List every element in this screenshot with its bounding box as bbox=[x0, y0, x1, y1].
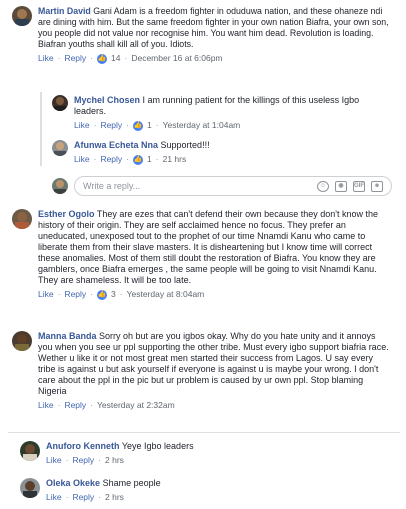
comment-body: Oleka Okeke Shame people Like · Reply · … bbox=[46, 478, 390, 503]
like-link[interactable]: Like bbox=[46, 492, 62, 503]
comment-body: Esther Ogolo They are ezes that can't de… bbox=[38, 209, 392, 300]
comment-actions: Like · Reply · 2 hrs bbox=[46, 492, 390, 503]
camera-icon[interactable]: ◉ bbox=[335, 180, 347, 192]
avatar[interactable] bbox=[12, 209, 32, 229]
separator: · bbox=[124, 53, 128, 63]
sticker-icon[interactable]: ☻ bbox=[371, 180, 383, 192]
avatar[interactable] bbox=[20, 478, 40, 498]
reply-composer: Write a reply... ☺ ◉ GIF ☻ bbox=[52, 176, 392, 196]
like-thumb-icon: 👍 bbox=[97, 53, 108, 64]
like-link[interactable]: Like bbox=[38, 53, 54, 64]
like-thumb-icon: 👍 bbox=[97, 289, 108, 300]
comment-body: Afunwa Echeta Nna Supported!!! Like · Re… bbox=[74, 140, 392, 165]
comment-body: Mychel Chosen I am running patient for t… bbox=[74, 95, 392, 131]
comment-thread: Martin David Gani Adam is a freedom figh… bbox=[0, 0, 406, 509]
comment-text: Shame people bbox=[102, 478, 161, 488]
separator: · bbox=[90, 53, 94, 63]
timestamp[interactable]: December 16 at 6:06pm bbox=[131, 53, 222, 64]
avatar[interactable] bbox=[52, 140, 68, 156]
comment-oleka-okeke: Oleka Okeke Shame people Like · Reply · … bbox=[20, 478, 390, 503]
comment-body: Manna Banda Sorry oh but are you igbos o… bbox=[38, 331, 392, 411]
separator: · bbox=[119, 289, 123, 299]
separator: · bbox=[93, 154, 97, 164]
reply-input[interactable]: Write a reply... ☺ ◉ GIF ☻ bbox=[74, 176, 392, 196]
like-link[interactable]: Like bbox=[46, 455, 62, 466]
timestamp[interactable]: Yesterday at 1:04am bbox=[163, 120, 241, 131]
comment-author[interactable]: Oleka Okeke bbox=[46, 478, 100, 488]
reply-link[interactable]: Reply bbox=[72, 492, 94, 503]
timestamp[interactable]: 21 hrs bbox=[163, 154, 187, 165]
separator: · bbox=[155, 154, 159, 164]
separator: · bbox=[98, 492, 102, 502]
like-thumb-icon: 👍 bbox=[133, 120, 144, 131]
comment-author[interactable]: Manna Banda bbox=[38, 331, 97, 341]
like-count[interactable]: 14 bbox=[111, 53, 120, 64]
separator: · bbox=[90, 400, 94, 410]
avatar[interactable] bbox=[20, 441, 40, 461]
comment-actions: Like · Reply · 👍 1 · Yesterday at 1:04am bbox=[74, 120, 392, 131]
timestamp[interactable]: Yesterday at 8:04am bbox=[127, 289, 205, 300]
like-link[interactable]: Like bbox=[38, 400, 54, 411]
comment-text: Gani Adam is a freedom fighter in oduduw… bbox=[38, 6, 389, 49]
like-link[interactable]: Like bbox=[74, 154, 90, 165]
like-count[interactable]: 3 bbox=[111, 289, 116, 300]
separator: · bbox=[126, 120, 130, 130]
avatar bbox=[52, 178, 68, 194]
avatar[interactable] bbox=[12, 331, 32, 351]
comment-actions: Like · Reply · 👍 1 · 21 hrs bbox=[74, 154, 392, 165]
separator: · bbox=[93, 120, 97, 130]
like-count[interactable]: 1 bbox=[147, 120, 152, 131]
emoji-icon[interactable]: ☺ bbox=[317, 180, 329, 192]
comment-author[interactable]: Martin David bbox=[38, 6, 91, 16]
like-link[interactable]: Like bbox=[38, 289, 54, 300]
separator: · bbox=[57, 400, 61, 410]
comment-actions: Like · Reply · 2 hrs bbox=[46, 455, 390, 466]
avatar[interactable] bbox=[52, 95, 68, 111]
reply-mychel-chosen: Mychel Chosen I am running patient for t… bbox=[52, 95, 392, 131]
comment-body: Anuforo Kenneth Yeye Igbo leaders Like ·… bbox=[46, 441, 390, 466]
comment-actions: Like · Reply · 👍 14 · December 16 at 6:0… bbox=[38, 53, 392, 64]
comment-martin-david: Martin David Gani Adam is a freedom figh… bbox=[12, 6, 392, 64]
comment-actions: Like · Reply · Yesterday at 2:32am bbox=[38, 400, 392, 411]
reply-link[interactable]: Reply bbox=[64, 53, 86, 64]
separator: · bbox=[65, 492, 69, 502]
comment-author[interactable]: Afunwa Echeta Nna bbox=[74, 140, 158, 150]
comment-esther-ogolo: Esther Ogolo They are ezes that can't de… bbox=[12, 209, 392, 300]
separator: · bbox=[90, 289, 94, 299]
timestamp[interactable]: Yesterday at 2:32am bbox=[97, 400, 175, 411]
comment-manna-banda: Manna Banda Sorry oh but are you igbos o… bbox=[12, 331, 392, 411]
comment-author[interactable]: Anuforo Kenneth bbox=[46, 441, 120, 451]
reply-link[interactable]: Reply bbox=[100, 120, 122, 131]
comment-text: Supported!!! bbox=[160, 140, 210, 150]
avatar[interactable] bbox=[12, 6, 32, 26]
timestamp[interactable]: 2 hrs bbox=[105, 455, 124, 466]
separator: · bbox=[155, 120, 159, 130]
comment-author[interactable]: Esther Ogolo bbox=[38, 209, 95, 219]
comment-text: They are ezes that can't defend their ow… bbox=[38, 209, 378, 285]
timestamp[interactable]: 2 hrs bbox=[105, 492, 124, 503]
separator: · bbox=[57, 289, 61, 299]
separator: · bbox=[57, 53, 61, 63]
like-count[interactable]: 1 bbox=[147, 154, 152, 165]
comment-author[interactable]: Mychel Chosen bbox=[74, 95, 140, 105]
reply-input-placeholder: Write a reply... bbox=[83, 180, 141, 191]
comment-anuforo-kenneth: Anuforo Kenneth Yeye Igbo leaders Like ·… bbox=[20, 441, 390, 466]
divider bbox=[8, 432, 400, 433]
comment-actions: Like · Reply · 👍 3 · Yesterday at 8:04am bbox=[38, 289, 392, 300]
reply-afunwa-echeta-nna: Afunwa Echeta Nna Supported!!! Like · Re… bbox=[52, 140, 392, 165]
comment-body: Martin David Gani Adam is a freedom figh… bbox=[38, 6, 392, 64]
separator: · bbox=[98, 455, 102, 465]
separator: · bbox=[65, 455, 69, 465]
reply-link[interactable]: Reply bbox=[64, 289, 86, 300]
reply-link[interactable]: Reply bbox=[64, 400, 86, 411]
reply-link[interactable]: Reply bbox=[100, 154, 122, 165]
gif-icon[interactable]: GIF bbox=[353, 180, 365, 192]
comment-text: Yeye Igbo leaders bbox=[121, 441, 194, 451]
like-link[interactable]: Like bbox=[74, 120, 90, 131]
separator: · bbox=[126, 154, 130, 164]
like-thumb-icon: 👍 bbox=[133, 154, 144, 165]
composer-icons: ☺ ◉ GIF ☻ bbox=[317, 180, 383, 192]
reply-link[interactable]: Reply bbox=[72, 455, 94, 466]
